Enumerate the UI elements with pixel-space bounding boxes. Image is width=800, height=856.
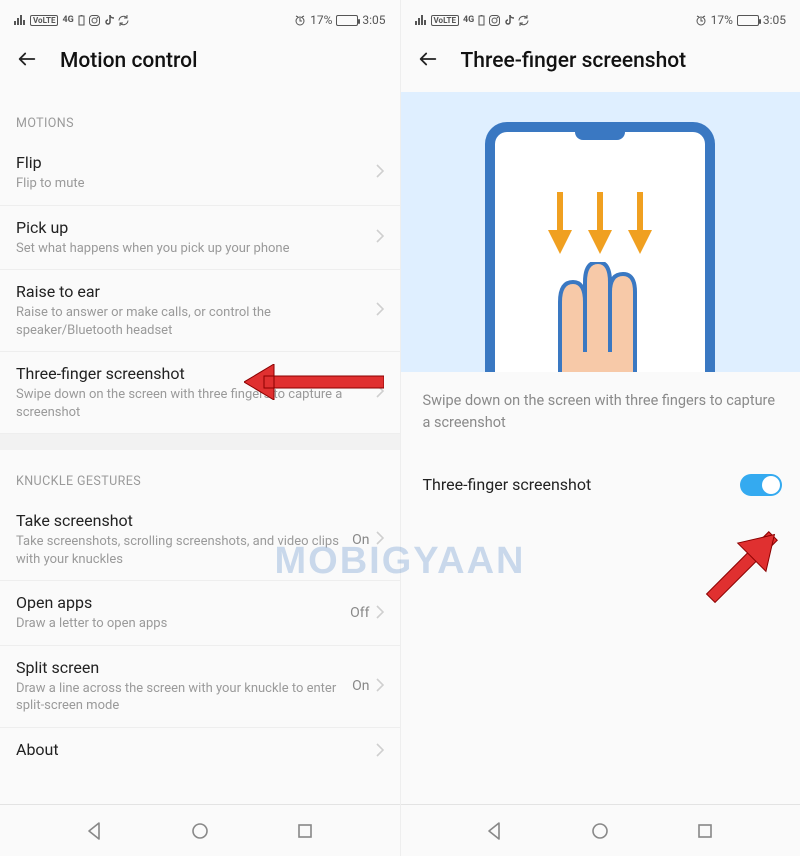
chevron-right-icon bbox=[376, 604, 384, 623]
status-bar: VoLTE 4G 17% bbox=[401, 0, 800, 34]
refresh-icon bbox=[118, 15, 129, 26]
row-open-apps[interactable]: Open apps Draw a letter to open apps Off bbox=[0, 581, 400, 646]
chevron-right-icon bbox=[376, 742, 384, 761]
nav-bar bbox=[0, 804, 400, 856]
network-label: 4G bbox=[62, 15, 73, 25]
row-sub: Draw a letter to open apps bbox=[16, 615, 350, 633]
toggle-label: Three-finger screenshot bbox=[423, 475, 741, 494]
settings-body: MOTIONS Flip Flip to mute Pick up Set wh… bbox=[0, 92, 400, 804]
back-icon[interactable] bbox=[16, 48, 38, 74]
nav-back-icon[interactable] bbox=[485, 821, 505, 841]
phone-right: VoLTE 4G 17% bbox=[401, 0, 800, 856]
alarm-icon bbox=[294, 14, 306, 26]
row-sub: Raise to answer or make calls, or contro… bbox=[16, 304, 376, 339]
row-title: Take screenshot bbox=[16, 511, 352, 530]
status-left: VoLTE 4G bbox=[415, 15, 530, 26]
nav-recent-icon[interactable] bbox=[695, 821, 715, 841]
back-icon[interactable] bbox=[417, 48, 439, 74]
header: Motion control bbox=[0, 34, 400, 92]
page-title: Motion control bbox=[60, 49, 197, 73]
instagram-icon bbox=[489, 15, 500, 26]
description: Swipe down on the screen with three fing… bbox=[401, 372, 800, 452]
row-sub: Flip to mute bbox=[16, 175, 376, 193]
row-title: About bbox=[16, 740, 376, 759]
row-three-finger-screenshot[interactable]: Three-finger screenshot Swipe down on th… bbox=[0, 352, 400, 434]
hand-icon bbox=[525, 262, 675, 372]
row-about[interactable]: About bbox=[0, 728, 400, 774]
tiktok-icon bbox=[104, 15, 114, 26]
signal-icon bbox=[14, 15, 26, 25]
nav-back-icon[interactable] bbox=[85, 821, 105, 841]
clock-time: 3:05 bbox=[763, 13, 786, 27]
battery-percent: 17% bbox=[711, 13, 733, 27]
phone-left: VoLTE 4G 17% bbox=[0, 0, 400, 856]
refresh-icon bbox=[518, 15, 529, 26]
status-left: VoLTE 4G bbox=[14, 15, 129, 26]
battery-icon bbox=[336, 15, 358, 26]
settings-body: Swipe down on the screen with three fing… bbox=[401, 92, 800, 804]
chevron-right-icon bbox=[376, 530, 384, 549]
page-title: Three-finger screenshot bbox=[461, 49, 687, 73]
row-pickup[interactable]: Pick up Set what happens when you pick u… bbox=[0, 206, 400, 271]
screenshot-pair: VoLTE 4G 17% bbox=[0, 0, 800, 856]
nav-bar bbox=[401, 804, 800, 856]
alarm-icon bbox=[695, 14, 707, 26]
swipe-arrows-icon bbox=[548, 192, 652, 254]
row-value: Off bbox=[350, 605, 369, 621]
signal-icon bbox=[415, 15, 427, 25]
row-take-screenshot[interactable]: Take screenshot Take screenshots, scroll… bbox=[0, 499, 400, 581]
battery-small-icon bbox=[78, 15, 85, 26]
nav-home-icon[interactable] bbox=[190, 821, 210, 841]
status-bar: VoLTE 4G 17% bbox=[0, 0, 400, 34]
chevron-right-icon bbox=[376, 383, 384, 402]
chevron-right-icon bbox=[376, 677, 384, 696]
row-title: Open apps bbox=[16, 593, 350, 612]
clock-time: 3:05 bbox=[362, 13, 385, 27]
chevron-right-icon bbox=[376, 228, 384, 247]
chevron-right-icon bbox=[376, 301, 384, 320]
header: Three-finger screenshot bbox=[401, 34, 800, 92]
nav-home-icon[interactable] bbox=[590, 821, 610, 841]
status-right: 17% 3:05 bbox=[294, 13, 385, 27]
nav-recent-icon[interactable] bbox=[295, 821, 315, 841]
gesture-illustration bbox=[401, 92, 800, 372]
battery-icon bbox=[737, 15, 759, 26]
section-motions: MOTIONS bbox=[0, 92, 400, 141]
row-value: On bbox=[352, 678, 369, 694]
row-sub: Swipe down on the screen with three fing… bbox=[16, 386, 376, 421]
row-flip[interactable]: Flip Flip to mute bbox=[0, 141, 400, 206]
section-knuckle: KNUCKLE GESTURES bbox=[0, 450, 400, 499]
row-sub: Draw a line across the screen with your … bbox=[16, 680, 352, 715]
row-title: Flip bbox=[16, 153, 376, 172]
row-title: Split screen bbox=[16, 658, 352, 677]
row-raise-to-ear[interactable]: Raise to ear Raise to answer or make cal… bbox=[0, 270, 400, 352]
status-right: 17% 3:05 bbox=[695, 13, 786, 27]
toggle-switch[interactable] bbox=[740, 474, 782, 496]
instagram-icon bbox=[89, 15, 100, 26]
section-gap bbox=[0, 434, 400, 450]
row-sub: Take screenshots, scrolling screenshots,… bbox=[16, 533, 352, 568]
row-sub: Set what happens when you pick up your p… bbox=[16, 240, 376, 258]
row-value: On bbox=[352, 532, 369, 548]
chevron-right-icon bbox=[376, 163, 384, 182]
row-title: Raise to ear bbox=[16, 282, 376, 301]
battery-percent: 17% bbox=[310, 13, 332, 27]
tiktok-icon bbox=[504, 15, 514, 26]
row-title: Pick up bbox=[16, 218, 376, 237]
volte-icon: VoLTE bbox=[30, 15, 58, 26]
row-split-screen[interactable]: Split screen Draw a line across the scre… bbox=[0, 646, 400, 728]
network-label: 4G bbox=[463, 15, 474, 25]
battery-small-icon bbox=[478, 15, 485, 26]
toggle-row: Three-finger screenshot bbox=[401, 458, 800, 512]
volte-icon: VoLTE bbox=[431, 15, 459, 26]
row-title: Three-finger screenshot bbox=[16, 364, 376, 383]
